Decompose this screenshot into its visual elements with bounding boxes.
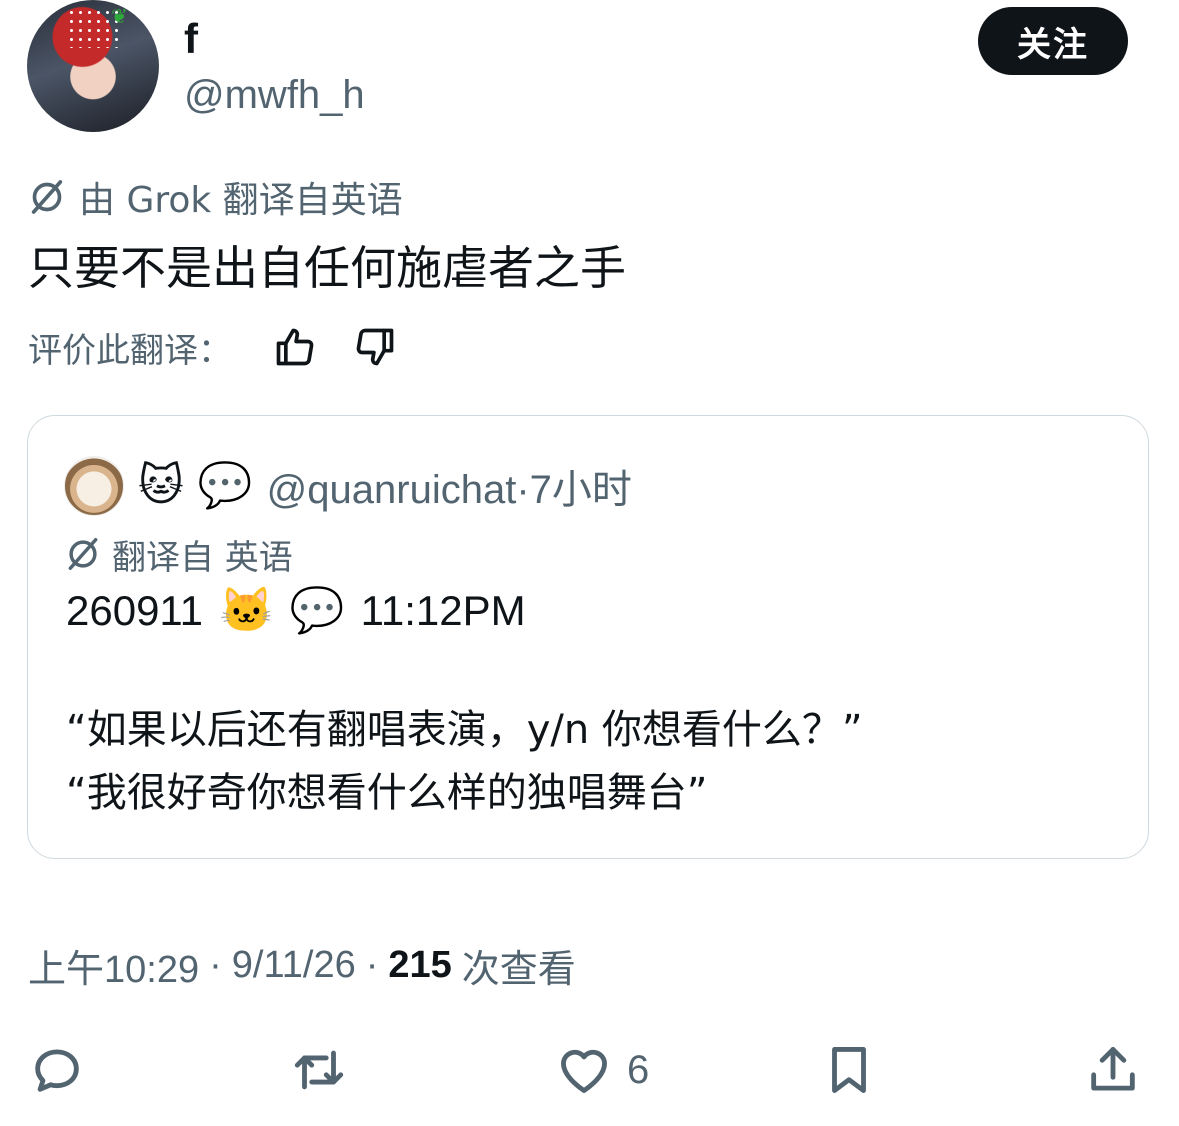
quoted-author-avatar[interactable]	[64, 456, 124, 516]
quoted-time: 7小时	[529, 468, 632, 512]
quoted-translation-notice[interactable]: 翻译自 英语	[64, 532, 293, 578]
speech-bubble-emoji: 💬	[289, 586, 345, 635]
post-time[interactable]: 上午10:29	[28, 938, 199, 993]
quoted-line-1-suffix: 11:12PM	[360, 587, 526, 634]
bookmark-button[interactable]	[820, 1040, 878, 1100]
quoted-line-2: “如果以后还有翻唱表演，y/n 你想看什么？”	[66, 707, 863, 753]
retweet-button[interactable]	[290, 1040, 348, 1100]
quoted-separator: ·	[516, 468, 530, 512]
views-count[interactable]: 215	[388, 944, 451, 987]
leaf-icon: ❦	[111, 4, 128, 28]
reply-button[interactable]	[28, 1040, 86, 1100]
rate-translation: 评价此翻译：	[28, 322, 398, 372]
thumbs-up-button[interactable]	[272, 324, 318, 370]
author-avatar[interactable]: ❦	[27, 0, 159, 132]
post-text: 只要不是出自任何施虐者之手	[28, 241, 626, 295]
post-date[interactable]: 9/11/26	[232, 944, 356, 987]
quoted-line-1: 260911 🐱 💬 11:12PM	[66, 585, 526, 637]
meta-dot: ·	[209, 943, 222, 986]
thumbs-down-button[interactable]	[352, 324, 398, 370]
quoted-author-handle[interactable]: @quanruichat·7小时	[267, 457, 632, 515]
quoted-line-1-prefix: 260911	[66, 587, 204, 634]
like-count: 6	[627, 1047, 650, 1092]
thumbs-up-icon	[276, 328, 314, 366]
translation-notice-text: 由 Grok 翻译自英语	[79, 180, 403, 221]
retweet-icon	[294, 1050, 344, 1090]
quoted-post-header: 🐱 💬 @quanruichat·7小时	[64, 456, 632, 516]
speech-bubble-emoji: 💬	[197, 460, 253, 511]
share-icon	[1091, 1047, 1135, 1091]
share-button[interactable]	[1084, 1040, 1142, 1100]
post-meta: 上午10:29 · 9/11/26 · 215 次查看	[28, 938, 576, 993]
like-button[interactable]: 6	[555, 1040, 649, 1100]
cat-emoji: 🐱	[219, 586, 274, 635]
translate-icon	[31, 180, 63, 214]
quoted-handle-text: @quanruichat	[266, 468, 517, 512]
follow-button[interactable]: 关注	[978, 7, 1128, 75]
views-label: 次查看	[461, 948, 576, 991]
thumbs-down-icon	[356, 328, 394, 366]
reply-icon	[35, 1049, 79, 1092]
author-handle[interactable]: @mwfh_h	[184, 70, 365, 120]
translation-notice[interactable]: 由 Grok 翻译自英语	[27, 174, 403, 221]
heart-icon	[561, 1049, 607, 1093]
author-display-name[interactable]: f	[184, 14, 198, 64]
meta-dot: ·	[365, 943, 379, 986]
translate-icon	[68, 538, 98, 570]
quoted-translation-text: 翻译自 英语	[112, 537, 293, 578]
quoted-line-3: “我很好奇你想看什么样的独唱舞台”	[66, 770, 708, 816]
cat-emoji: 🐱	[138, 460, 184, 511]
rate-label: 评价此翻译：	[28, 330, 232, 371]
bookmark-icon	[832, 1047, 866, 1093]
